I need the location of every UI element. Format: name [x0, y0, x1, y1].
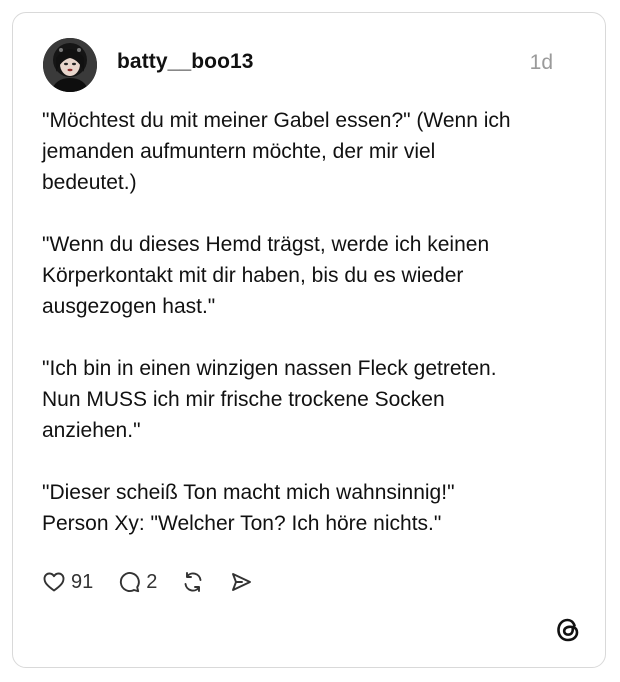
- comment-count: 2: [146, 570, 158, 593]
- avatar-image: [43, 38, 97, 92]
- username[interactable]: batty__boo13: [117, 50, 254, 74]
- like-count: 91: [71, 570, 94, 593]
- post-paragraph: "Dieser scheiß Ton macht mich wahnsinnig…: [42, 481, 455, 535]
- comment-button[interactable]: 2: [117, 570, 157, 594]
- post-timestamp: 1d: [529, 51, 553, 74]
- send-icon: [232, 573, 252, 591]
- repost-icon: [184, 572, 202, 592]
- post-actions: 91 2: [42, 567, 277, 597]
- heart-icon: [43, 572, 65, 592]
- post-paragraph: "Wenn du dieses Hemd trägst, werde ich k…: [42, 233, 490, 318]
- comment-bubble-icon: [120, 572, 141, 593]
- threads-logo-icon: [553, 615, 583, 645]
- like-button[interactable]: 91: [42, 570, 93, 594]
- post-card: batty__boo13 1d "Möchtest du mit meiner …: [12, 12, 606, 668]
- repost-button[interactable]: [181, 570, 205, 594]
- post-paragraph: "Möchtest du mit meiner Gabel essen?" (W…: [42, 109, 511, 194]
- avatar[interactable]: [43, 38, 97, 92]
- share-button[interactable]: [229, 570, 253, 594]
- post-paragraph: "Ich bin in einen winzigen nassen Fleck …: [42, 357, 497, 442]
- post-body: "Möchtest du mit meiner Gabel essen?" (W…: [42, 105, 582, 539]
